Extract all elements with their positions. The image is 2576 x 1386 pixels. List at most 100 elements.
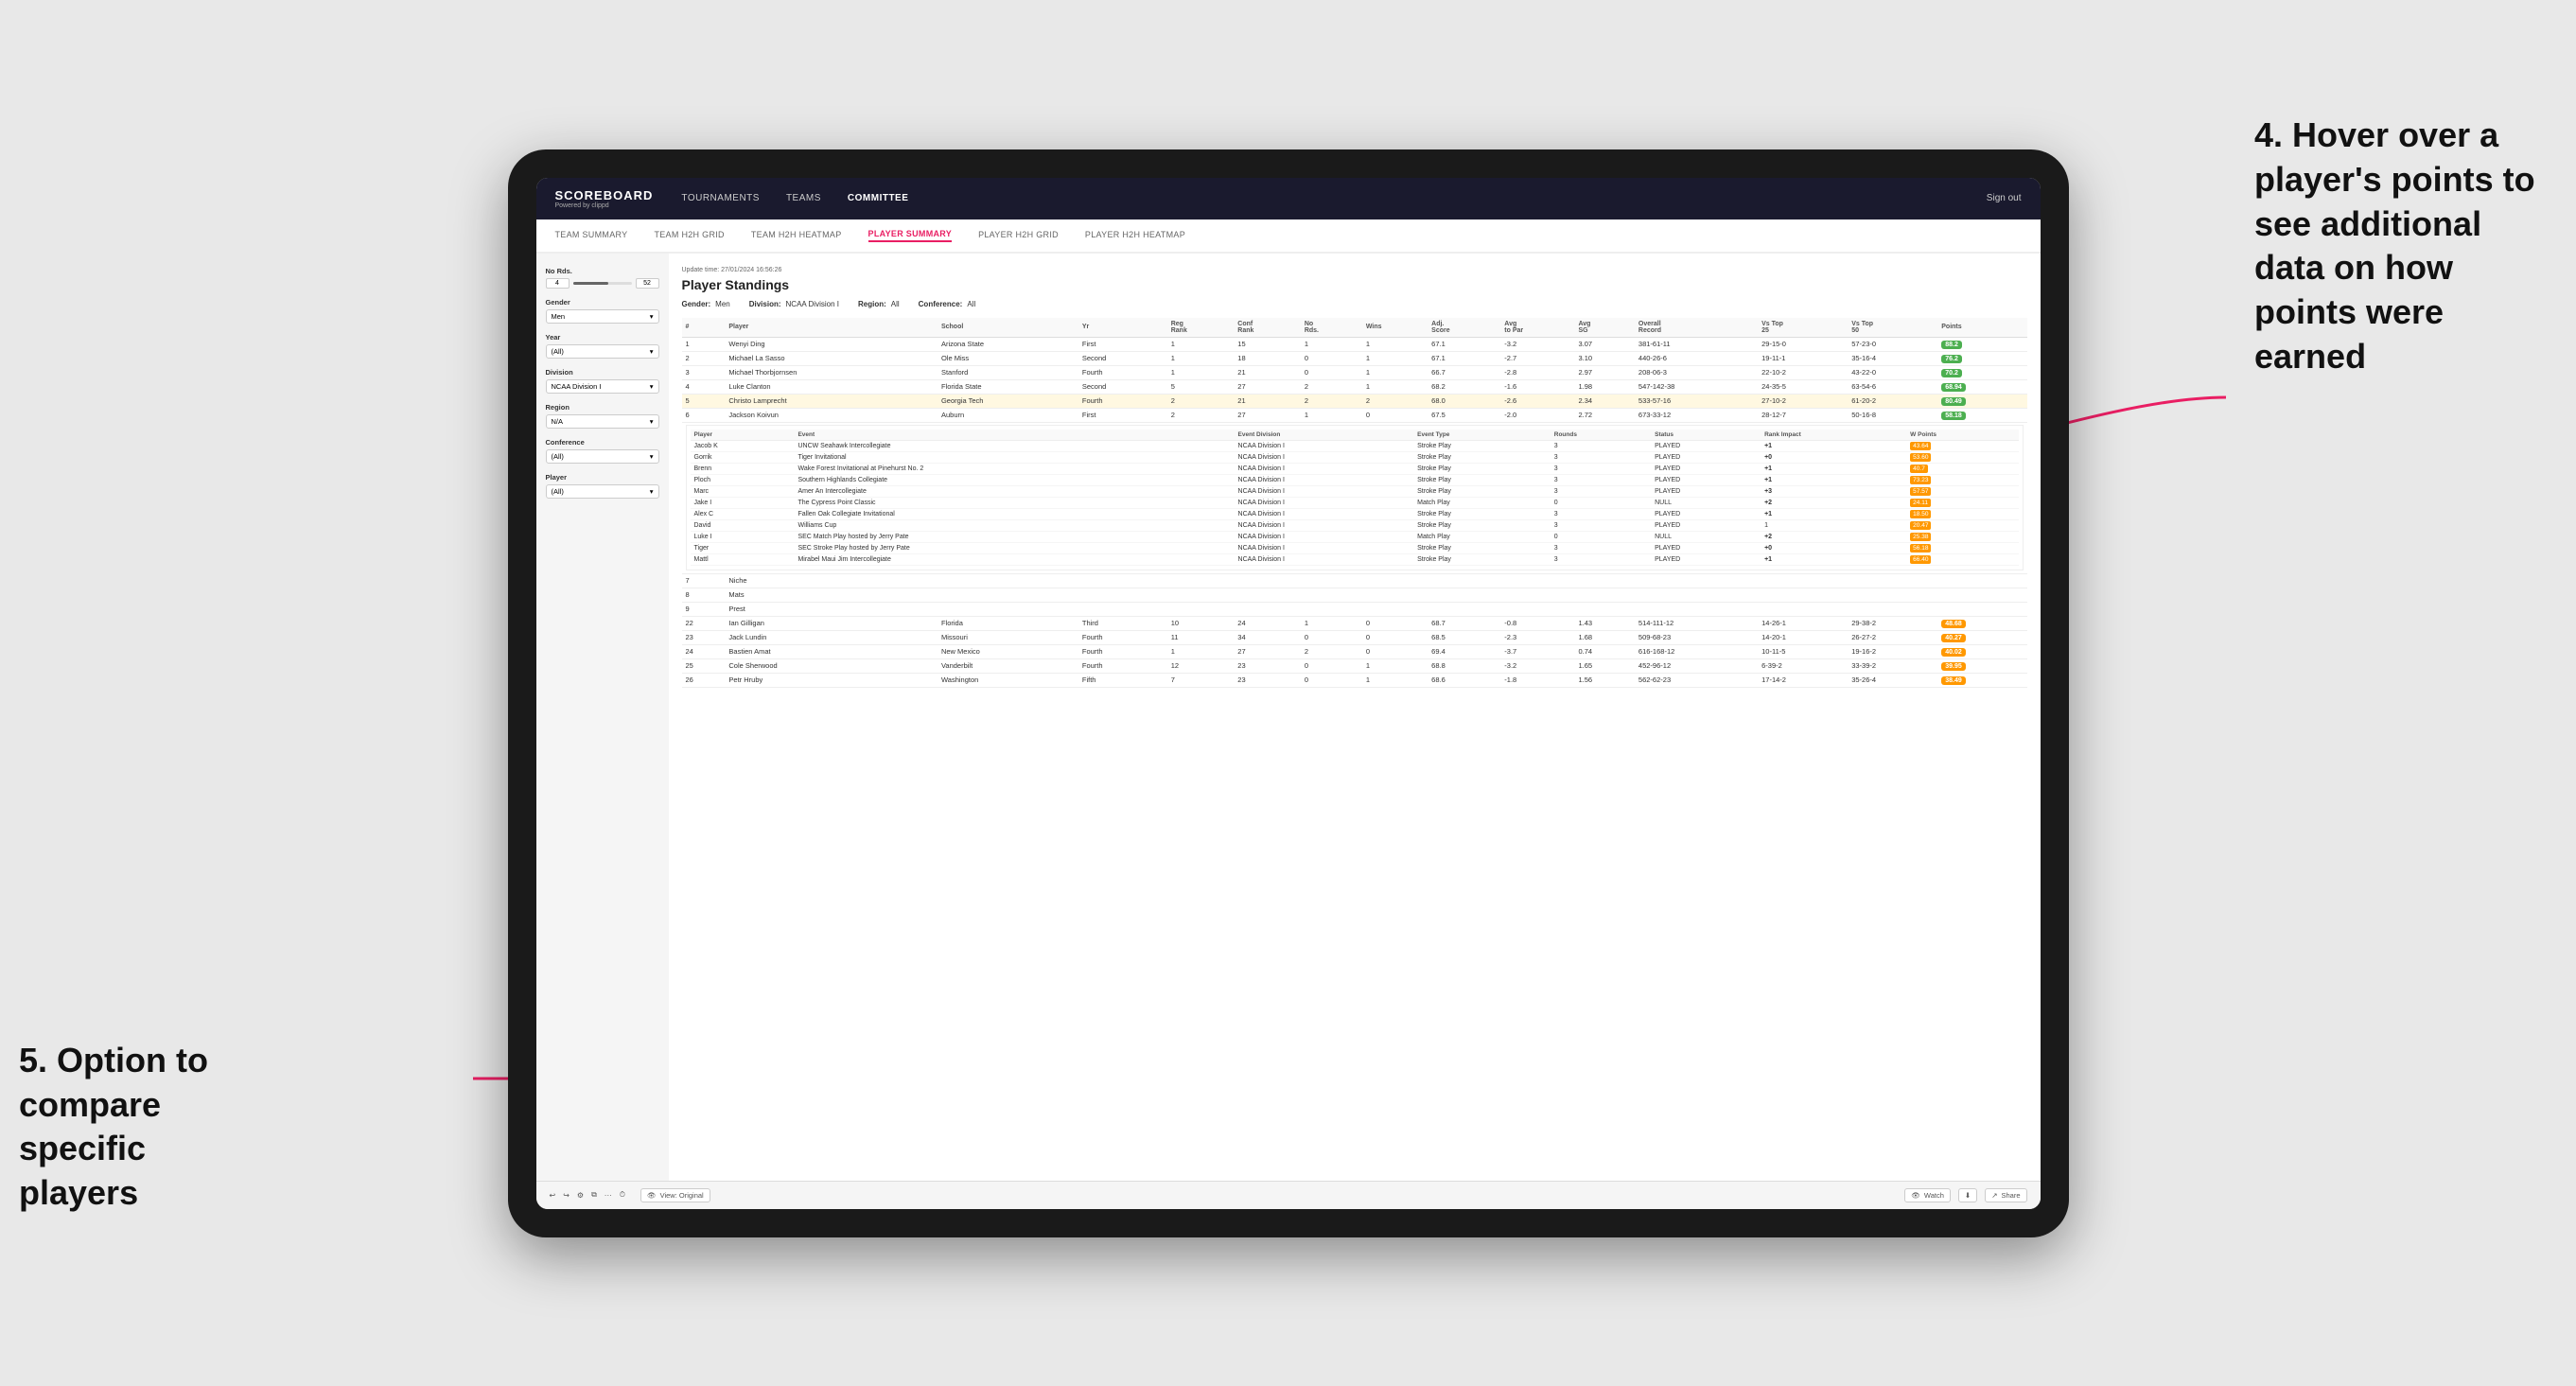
points-badge[interactable]: 40.02 [1941,648,1966,657]
table-row: 3 Michael Thorbjornsen Stanford Fourth 1… [682,365,2027,379]
redo-icon[interactable]: ↪ [563,1191,570,1200]
w-points-badge: 40.7 [1910,465,1928,473]
th-tooltip-rounds: Rounds [1551,430,1651,441]
w-points-badge: 18.50 [1910,510,1931,518]
table-row: 25 Cole Sherwood Vanderbilt Fourth 12 23… [682,658,2027,673]
watch-button[interactable]: 👁 Watch [1904,1188,1951,1202]
update-time: Update time: 27/01/2024 16:56:26 [682,267,2027,273]
clock-icon[interactable]: ⏱ [620,1190,625,1200]
sidebar-division: Division NCAA Division I ▾ [546,368,659,394]
gender-select[interactable]: Men ▾ [546,309,659,324]
chevron-down-icon: ▾ [650,487,654,496]
th-points: Points [1937,318,2026,338]
th-vs-top50: Vs Top50 [1848,318,1937,338]
th-adj-score: Adj.Score [1428,318,1500,338]
download-button[interactable]: ⬇ [1958,1188,1977,1202]
table-row: 26 Petr Hruby Washington Fifth 7 23 0 1 … [682,673,2027,687]
list-item: Mattl Mirabel Maui Jim Intercollegiate N… [691,554,2019,566]
th-tooltip-event: Event [794,430,1234,441]
points-badge[interactable]: 88.2 [1941,341,1962,349]
sidebar-gender: Gender Men ▾ [546,298,659,324]
conference-select[interactable]: (All) ▾ [546,449,659,464]
sidebar: No Rds. Gender Men ▾ [536,254,669,1181]
points-badge[interactable]: 39.95 [1941,662,1966,671]
th-conf-rank: ConfRank [1234,318,1301,338]
subnav-team-h2h-heatmap[interactable]: TEAM H2H HEATMAP [751,230,842,241]
sidebar-conference: Conference (All) ▾ [546,438,659,464]
subnav-player-h2h-grid[interactable]: PLAYER H2H GRID [978,230,1059,241]
undo-icon[interactable]: ↩ [550,1191,556,1200]
w-points-badge: 66.40 [1910,555,1931,564]
logo: SCOREBOARD Powered by clippd [555,188,654,209]
more-icon[interactable]: ··· [605,1191,612,1200]
table-row: 6 Jackson Koivun Auburn First 2 27 1 0 6… [682,408,2027,422]
chevron-down-icon: ▾ [650,452,654,461]
tooltip-inner: Player Event Event Division Event Type R… [686,425,2024,570]
copy-icon[interactable]: ⧉ [591,1190,597,1200]
subnav-player-h2h-heatmap[interactable]: PLAYER H2H HEATMAP [1085,230,1185,241]
filter-gender: Gender: Men [682,300,730,308]
points-badge[interactable]: 40.27 [1941,634,1966,642]
th-wins: Wins [1362,318,1428,338]
th-vs-top25: Vs Top25 [1758,318,1848,338]
th-tooltip-player: Player [691,430,795,441]
w-points-badge: 56.18 [1910,544,1931,553]
points-badge[interactable]: 48.68 [1941,620,1966,628]
settings-icon[interactable]: ⚙ [577,1191,584,1200]
table-row: 9 Prest [682,602,2027,616]
share-button[interactable]: ↗ Share [1985,1188,2026,1202]
share-icon: ↗ [1991,1191,1997,1200]
list-item: Jacob K UNCW Seahawk Intercollegiate NCA… [691,441,2019,452]
sidebar-year: Year (All) ▾ [546,333,659,359]
th-no-rds: NoRds. [1301,318,1362,338]
region-select[interactable]: N/A ▾ [546,414,659,429]
view-original-button[interactable]: 👁 View: Original [640,1188,710,1202]
list-item: Alex C Fallen Oak Collegiate Invitationa… [691,509,2019,520]
table-header-row: # Player School Yr RegRank ConfRank NoRd… [682,318,2027,338]
points-badge[interactable]: 58.18 [1941,412,1966,420]
main-content: No Rds. Gender Men ▾ [536,254,2041,1181]
sidebar-region: Region N/A ▾ [546,403,659,429]
points-badge[interactable]: 38.49 [1941,676,1966,685]
table-row: 23 Jack Lundin Missouri Fourth 11 34 0 0… [682,630,2027,644]
w-points-badge: 73.23 [1910,476,1931,484]
division-select[interactable]: NCAA Division I ▾ [546,379,659,394]
points-badge[interactable]: 68.94 [1941,383,1966,392]
th-overall: OverallRecord [1635,318,1758,338]
points-badge[interactable]: 70.2 [1941,369,1962,377]
toolbar-left: ↩ ↪ ⚙ ⧉ ··· ⏱ [550,1190,626,1200]
nav-tournaments[interactable]: TOURNAMENTS [681,193,760,203]
list-item: Jake I The Cypress Point Classic NCAA Di… [691,498,2019,509]
list-item: Brenn Wake Forest Invitational at Pinehu… [691,464,2019,475]
gender-label: Gender [546,298,659,307]
subnav-team-h2h-grid[interactable]: TEAM H2H GRID [654,230,724,241]
nav-committee[interactable]: COMMITTEE [848,193,909,203]
filters-row: Gender: Men Division: NCAA Division I Re… [682,300,2027,308]
th-tooltip-status: Status [1651,430,1761,441]
conference-label: Conference [546,438,659,447]
no-rds-to-input[interactable] [636,278,659,289]
sign-out-link[interactable]: Sign out [1987,193,2022,203]
points-badge[interactable]: 76.2 [1941,355,1962,363]
th-avg-sg: AvgSG [1574,318,1634,338]
th-tooltip-type: Event Type [1413,430,1551,441]
division-label: Division [546,368,659,377]
th-tooltip-division: Event Division [1235,430,1414,441]
th-yr: Yr [1078,318,1167,338]
player-select[interactable]: (All) ▾ [546,484,659,499]
filter-region: Region: All [858,300,900,308]
subnav-player-summary[interactable]: PLAYER SUMMARY [868,229,953,242]
year-select[interactable]: (All) ▾ [546,344,659,359]
no-rds-slider[interactable] [573,282,632,285]
nav-teams[interactable]: TEAMS [786,193,821,203]
list-item: Tiger SEC Stroke Play hosted by Jerry Pa… [691,543,2019,554]
table-row: 4 Luke Clanton Florida State Second 5 27… [682,379,2027,394]
list-item: Gorrik Tiger Invitational NCAA Division … [691,452,2019,464]
table-row: 22 Ian Gilligan Florida Third 10 24 1 0 … [682,616,2027,630]
chevron-down-icon: ▾ [650,347,654,356]
table-row: 1 Wenyi Ding Arizona State First 1 15 1 … [682,337,2027,351]
chevron-down-icon: ▾ [650,382,654,391]
subnav-team-summary[interactable]: TEAM SUMMARY [555,230,628,241]
points-badge-highlighted[interactable]: 80.49 [1941,397,1966,406]
no-rds-from-input[interactable] [546,278,570,289]
